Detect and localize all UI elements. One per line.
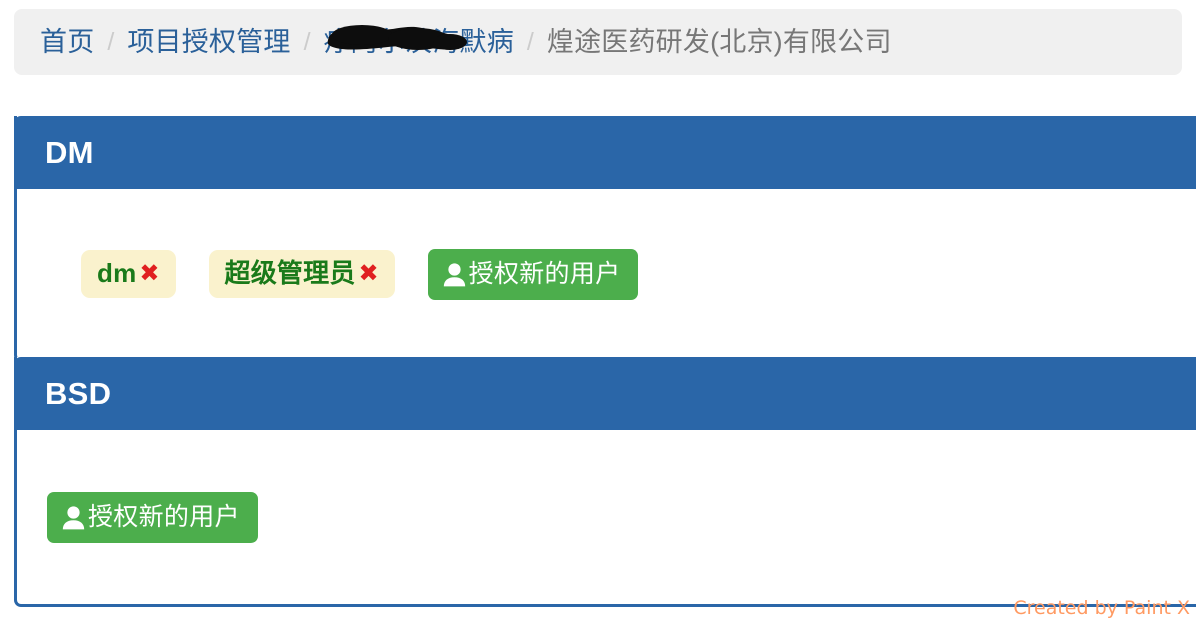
grant-new-user-label: 授权新的用户 (88, 502, 240, 531)
role-badge-label: dm (97, 258, 137, 289)
remove-role-icon[interactable]: ✖ (359, 261, 379, 286)
breadcrumb-item-home[interactable]: 首页 (40, 28, 94, 56)
panel-dm-body: dm ✖ 超级管理员 ✖ 授权新的用户 (17, 189, 1196, 359)
breadcrumb-separator: / (107, 27, 115, 56)
panel-bsd-title: BSD (45, 376, 112, 411)
panel-bsd: BSD 授权新的用户 (14, 357, 1196, 607)
panel-bsd-heading: BSD (14, 357, 1196, 430)
role-badge-label: 超级管理员 (224, 258, 356, 289)
breadcrumb-item-study[interactable]: 疗阿尔茨海默病 (324, 27, 514, 57)
panel-dm-heading: DM (14, 116, 1196, 189)
panel-bsd-body: 授权新的用户 (17, 430, 1196, 604)
breadcrumb-separator: / (526, 27, 534, 56)
grant-new-user-button-bsd[interactable]: 授权新的用户 (47, 491, 258, 543)
user-icon (443, 262, 466, 287)
breadcrumb-item-project-auth[interactable]: 项目授权管理 (127, 28, 290, 56)
breadcrumb-item-company: 煌途医药研发(北京)有限公司 (546, 26, 892, 57)
watermark-created-by: Created by Paint X (1013, 597, 1190, 619)
role-badge-super-admin[interactable]: 超级管理员 ✖ (208, 250, 395, 298)
breadcrumb-item-study-redacted-wrapper: 疗阿尔茨海默病 (324, 24, 514, 57)
user-icon (62, 505, 85, 530)
panel-dm-title: DM (45, 135, 94, 170)
remove-role-icon[interactable]: ✖ (139, 261, 159, 286)
grant-new-user-button-dm[interactable]: 授权新的用户 (427, 248, 639, 300)
grant-new-user-label: 授权新的用户 (468, 259, 621, 288)
breadcrumb-separator: / (303, 27, 311, 56)
role-badge-dm[interactable]: dm ✖ (81, 250, 176, 298)
panel-dm: DM dm ✖ 超级管理员 ✖ 授权新的用户 (14, 116, 1196, 362)
breadcrumb: 首页 / 项目授权管理 / 疗阿尔茨海默病 / 煌途医药研发(北京)有限公司 (14, 9, 1182, 75)
